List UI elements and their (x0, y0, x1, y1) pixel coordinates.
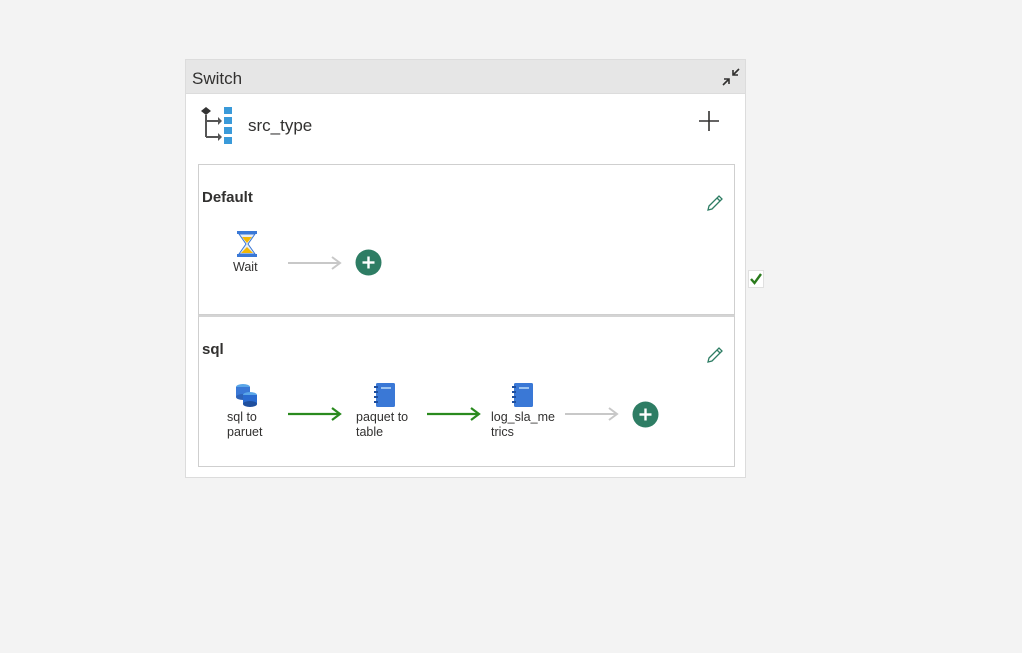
success-arrow-icon (287, 407, 343, 421)
case-sql: sql sql to paruet paquet to table log_sl… (198, 315, 735, 467)
case-default: Default Wait (198, 164, 735, 315)
notebook-icon (512, 383, 561, 407)
notebook-icon (374, 383, 426, 407)
switch-expression-row: src_type (186, 95, 745, 153)
pending-arrow-icon (287, 256, 343, 270)
activity-label: paruet (227, 425, 263, 439)
success-checkmark-icon[interactable] (748, 270, 764, 288)
edit-icon[interactable] (705, 193, 725, 213)
case-title: Default (202, 189, 253, 206)
add-activity-button[interactable] (632, 401, 659, 428)
add-case-button[interactable] (697, 109, 721, 133)
case-title: sql (202, 341, 224, 358)
pending-arrow-icon (564, 407, 620, 421)
activity-label: trics (491, 425, 514, 439)
switch-expression[interactable]: src_type (248, 116, 312, 136)
activity-paquet-to-table[interactable]: paquet to table (356, 383, 426, 440)
switch-title: Switch (192, 69, 243, 88)
switch-header: Switch (186, 60, 745, 94)
add-activity-button[interactable] (355, 249, 382, 276)
activity-label: paquet to (356, 410, 409, 424)
edit-icon[interactable] (705, 345, 725, 365)
database-icon (234, 383, 297, 407)
activity-label: log_sla_me (491, 410, 555, 424)
success-arrow-icon (426, 407, 482, 421)
activity-log-sla-metrics[interactable]: log_sla_me trics (491, 383, 561, 440)
hourglass-icon (235, 231, 303, 257)
collapse-icon[interactable] (719, 65, 743, 89)
activity-label: table (356, 425, 384, 439)
switch-tree-icon (200, 107, 234, 145)
switch-activity-card[interactable]: Switch src_type Default Wait sql sql to … (185, 59, 746, 478)
